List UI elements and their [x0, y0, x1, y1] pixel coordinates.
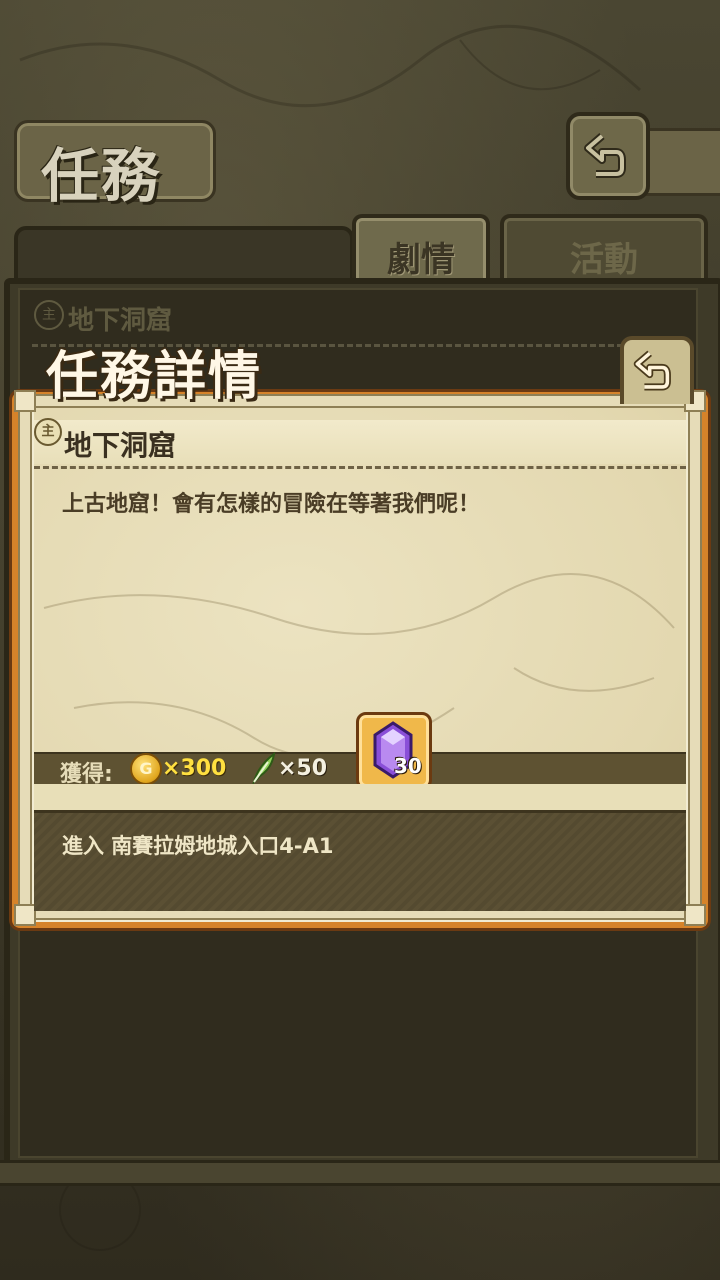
list-item-main-icon: 主 [34, 300, 64, 330]
modal-close-button[interactable] [620, 336, 694, 404]
modal-title: 任務詳情 [46, 346, 263, 407]
tab-event-label: 活動 [570, 240, 638, 280]
return-arrow-icon [584, 132, 626, 178]
tab-story-label: 劇情 [387, 240, 455, 280]
return-arrow-icon [633, 350, 671, 391]
feather-amount: ×50 [278, 756, 328, 781]
gem-reward-slot[interactable] [356, 712, 432, 790]
frame-edge-left [18, 404, 32, 912]
quest-name: 地下洞窟 [64, 429, 177, 462]
feather-icon [252, 752, 276, 784]
page-title: 任務 [14, 120, 216, 210]
tab-event[interactable]: 活動 [500, 214, 708, 282]
gold-coin-icon: G [130, 753, 162, 785]
tab-bar [14, 226, 354, 286]
frame-corner [684, 904, 706, 926]
page-title-text: 任務 [41, 142, 162, 210]
bottom-border [0, 1160, 720, 1186]
main-quest-icon: 主 [34, 418, 62, 446]
list-item-title: 地下洞窟 [68, 306, 173, 336]
frame-edge-right [688, 404, 702, 912]
quest-divider [34, 466, 686, 469]
gem-count: 30 [394, 754, 422, 778]
coin-amount: ×300 [162, 756, 227, 781]
quest-description: 上古地窟！會有怎樣的冒險在等著我們呢！ [62, 492, 481, 517]
header-bar [640, 128, 720, 196]
frame-corner [14, 904, 36, 926]
back-button[interactable] [566, 112, 650, 200]
frame-corner [14, 390, 36, 412]
tab-story[interactable]: 劇情 [352, 214, 490, 282]
quest-objective: 進入 南賽拉姆地城入口4-A1 [62, 834, 334, 858]
objective-panel [34, 810, 686, 911]
